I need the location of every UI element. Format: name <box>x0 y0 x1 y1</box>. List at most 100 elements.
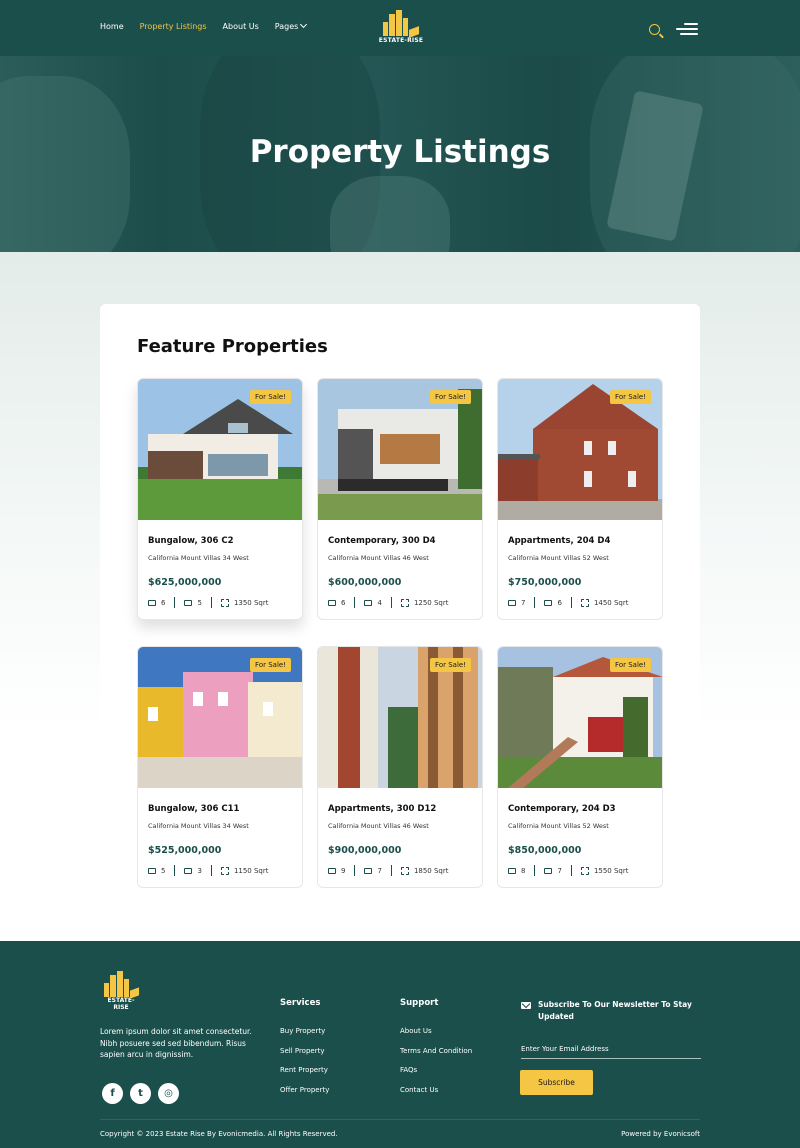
property-address: California Mount Villas 34 West <box>148 554 249 562</box>
hamburger-menu-icon[interactable] <box>676 22 698 36</box>
facebook-icon[interactable]: f <box>102 1083 123 1104</box>
property-image[interactable]: For Sale! <box>498 379 662 520</box>
footer-link-terms[interactable]: Terms And Condition <box>400 1047 472 1055</box>
property-name[interactable]: Contemporary, 300 D4 <box>328 536 436 546</box>
footer-link-offer-property[interactable]: Offer Property <box>280 1086 329 1094</box>
bed-icon <box>328 867 336 874</box>
property-image[interactable]: For Sale! <box>138 647 302 788</box>
footer-divider <box>100 1119 700 1120</box>
for-sale-badge: For Sale! <box>250 390 291 404</box>
property-price: $900,000,000 <box>328 845 402 856</box>
property-image[interactable]: For Sale! <box>498 647 662 788</box>
divider <box>354 597 356 608</box>
nav-pages[interactable]: Pages <box>274 20 308 31</box>
search-icon[interactable] <box>649 24 660 35</box>
baths-count: 7 <box>377 866 382 875</box>
baths-count: 7 <box>557 866 562 875</box>
divider <box>354 865 356 876</box>
property-card[interactable]: For Sale! Appartments, 300 D12 Californi… <box>317 646 483 888</box>
property-address: California Mount Villas 52 West <box>508 822 609 830</box>
property-address: California Mount Villas 52 West <box>508 554 609 562</box>
property-features: 9 7 1850 Sqrt <box>328 865 449 876</box>
bath-icon <box>544 867 553 874</box>
bed-icon <box>508 867 516 874</box>
divider <box>570 597 572 608</box>
property-card[interactable]: For Sale! Contemporary, 204 D3 Californi… <box>497 646 663 888</box>
property-card[interactable]: For Sale! Bungalow, 306 C2 California Mo… <box>137 378 303 620</box>
property-address: California Mount Villas 34 West <box>148 822 249 830</box>
property-features: 6 4 1250 Sqrt <box>328 597 449 608</box>
divider <box>210 597 212 608</box>
area-icon <box>400 866 409 875</box>
twitter-icon[interactable]: t <box>130 1083 151 1104</box>
footer-support-title: Support <box>400 998 439 1008</box>
property-features: 5 3 1150 Sqrt <box>148 865 269 876</box>
footer-link-about-us[interactable]: About Us <box>400 1027 472 1035</box>
property-name[interactable]: Contemporary, 204 D3 <box>508 804 616 814</box>
property-price: $600,000,000 <box>328 577 402 588</box>
area-icon <box>580 598 589 607</box>
property-card[interactable]: For Sale! Bungalow, 306 C11 California M… <box>137 646 303 888</box>
property-image[interactable]: For Sale! <box>138 379 302 520</box>
area-icon <box>400 598 409 607</box>
property-image[interactable]: For Sale! <box>318 379 482 520</box>
property-name[interactable]: Appartments, 204 D4 <box>508 536 610 546</box>
email-input[interactable] <box>521 1045 701 1059</box>
property-name[interactable]: Appartments, 300 D12 <box>328 804 436 814</box>
nav-property-listings[interactable]: Property Listings <box>140 22 207 31</box>
area-value: 1150 Sqrt <box>233 866 269 875</box>
nav-about-us[interactable]: About Us <box>223 22 259 31</box>
footer-about-text: Lorem ipsum dolor sit amet consectetur. … <box>100 1027 252 1059</box>
site-header: Home Property Listings About Us Pages ES… <box>0 0 800 56</box>
divider <box>174 597 176 608</box>
for-sale-badge: For Sale! <box>610 658 651 672</box>
footer-support: Support About Us Terms And Condition FAQ… <box>400 998 472 1105</box>
bath-icon <box>184 599 193 606</box>
divider <box>534 865 536 876</box>
footer-link-faqs[interactable]: FAQs <box>400 1066 472 1074</box>
footer-services-title: Services <box>280 998 321 1008</box>
section-title: Feature Properties <box>137 336 328 357</box>
property-address: California Mount Villas 46 West <box>328 822 429 830</box>
footer-link-sell-property[interactable]: Sell Property <box>280 1047 329 1055</box>
property-name[interactable]: Bungalow, 306 C11 <box>148 804 239 814</box>
beds-count: 8 <box>521 866 526 875</box>
beds-count: 6 <box>341 598 346 607</box>
copyright-text: Copyright © 2023 Estate Rise By Evonicme… <box>100 1130 338 1138</box>
property-card[interactable]: For Sale! Appartments, 204 D4 California… <box>497 378 663 620</box>
building-icon <box>100 971 142 999</box>
building-icon <box>378 10 424 38</box>
beds-count: 5 <box>161 866 166 875</box>
footer-logo-text: ESTATE-RISE <box>107 997 135 1011</box>
divider <box>174 865 176 876</box>
beds-count: 7 <box>521 598 526 607</box>
divider <box>570 865 572 876</box>
newsletter-title: Subscribe To Our Newsletter To Stay Upda… <box>538 1000 692 1021</box>
bed-icon <box>148 599 156 606</box>
footer-link-buy-property[interactable]: Buy Property <box>280 1027 329 1035</box>
chevron-down-icon <box>300 20 308 29</box>
nav-pages-label: Pages <box>274 22 299 31</box>
for-sale-badge: For Sale! <box>610 390 651 404</box>
bath-icon <box>544 599 553 606</box>
footer-logo[interactable]: ESTATE-RISE <box>100 971 142 1011</box>
property-features: 7 6 1450 Sqrt <box>508 597 629 608</box>
for-sale-badge: For Sale! <box>430 390 471 404</box>
site-footer: ESTATE-RISE Lorem ipsum dolor sit amet c… <box>0 941 800 1148</box>
footer-link-contact-us[interactable]: Contact Us <box>400 1086 472 1094</box>
area-value: 1850 Sqrt <box>413 866 449 875</box>
footer-link-rent-property[interactable]: Rent Property <box>280 1066 329 1074</box>
bed-icon <box>148 867 156 874</box>
powered-by-text: Powered by Evonicsoft <box>621 1130 700 1138</box>
logo[interactable]: ESTATE-RISE <box>378 10 424 44</box>
subscribe-button[interactable]: Subscribe <box>520 1070 593 1095</box>
area-value: 1450 Sqrt <box>593 598 629 607</box>
nav-home[interactable]: Home <box>100 22 124 31</box>
social-links: f t ◎ <box>102 1083 179 1104</box>
property-card[interactable]: For Sale! Contemporary, 300 D4 Californi… <box>317 378 483 620</box>
property-image[interactable]: For Sale! <box>318 647 482 788</box>
property-name[interactable]: Bungalow, 306 C2 <box>148 536 234 546</box>
property-price: $850,000,000 <box>508 845 582 856</box>
area-icon <box>580 866 589 875</box>
instagram-icon[interactable]: ◎ <box>158 1083 179 1104</box>
